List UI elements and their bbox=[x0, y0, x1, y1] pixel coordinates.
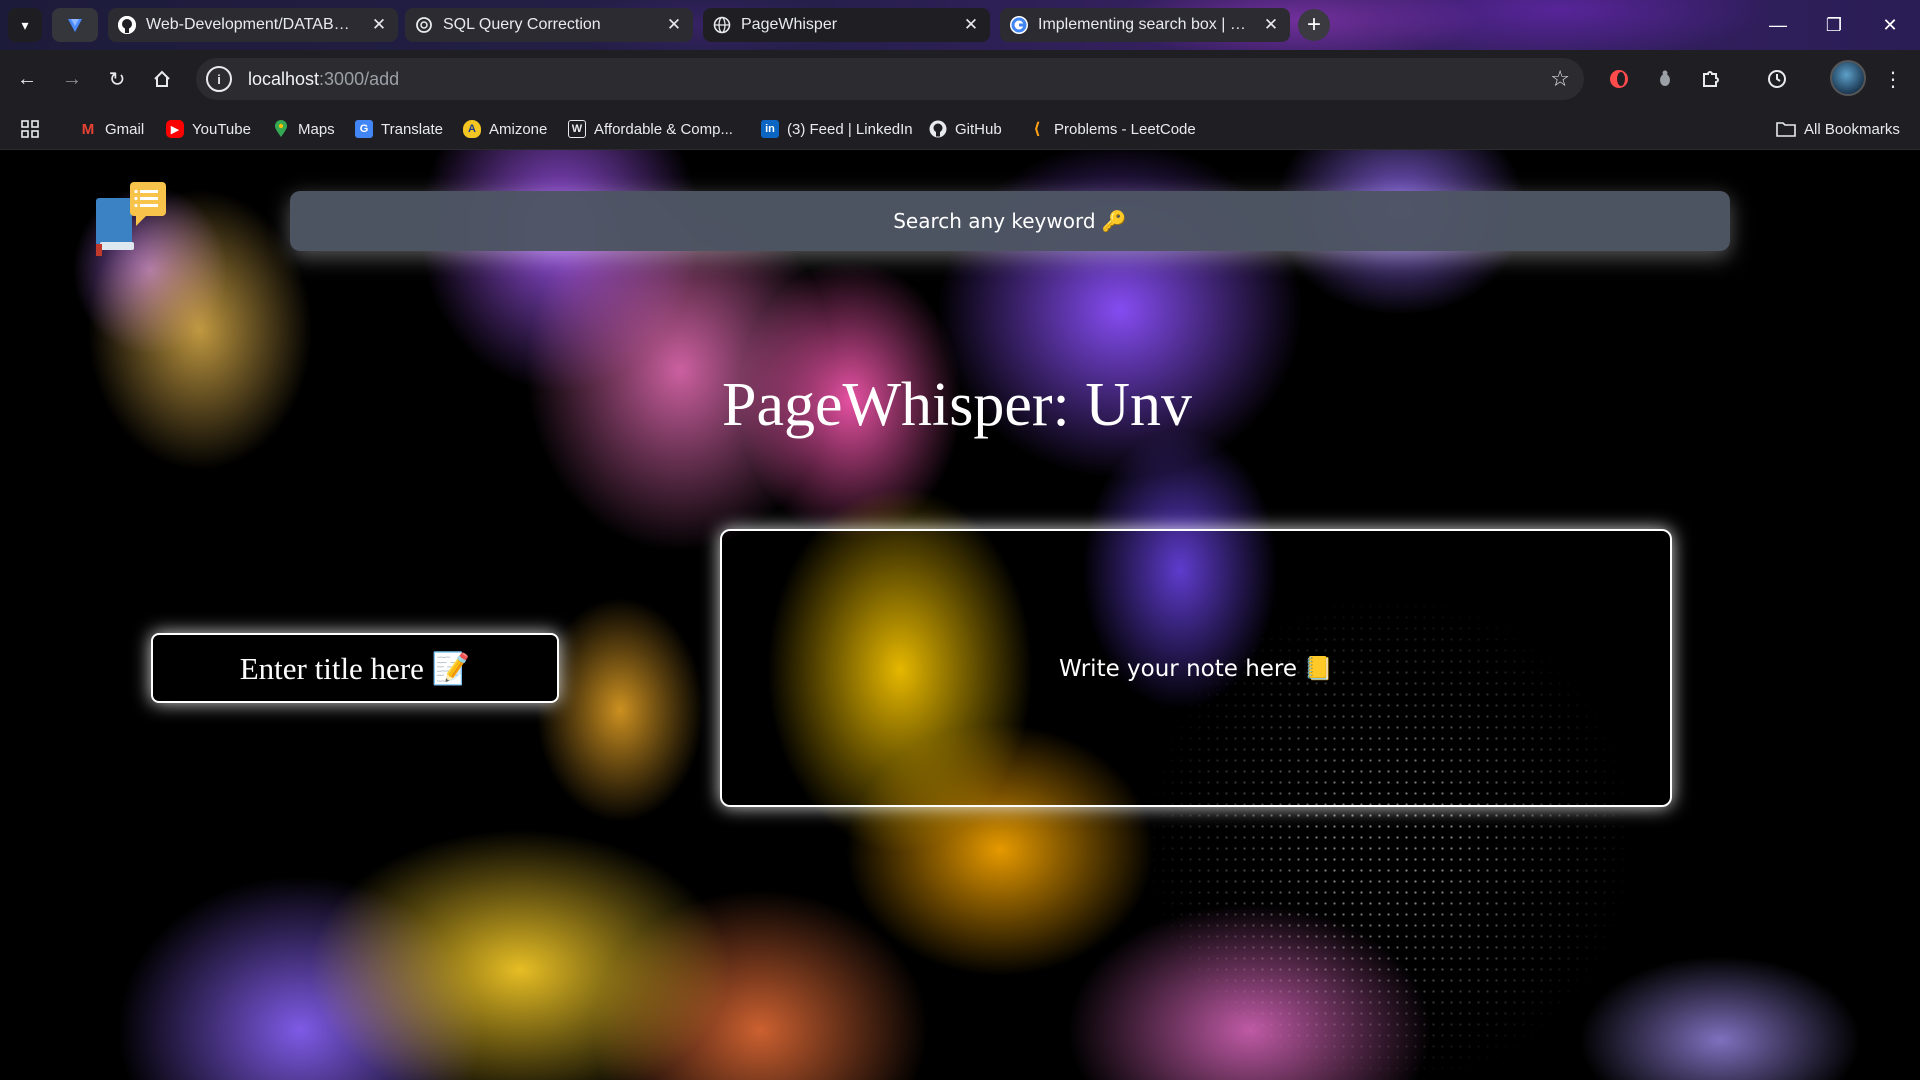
tab-title: PageWhisper bbox=[741, 16, 838, 33]
amizone-icon: A bbox=[463, 120, 481, 138]
close-icon[interactable]: ✕ bbox=[962, 15, 980, 35]
title-placeholder: Enter title here 📝 bbox=[239, 650, 471, 686]
bookmark-leetcode[interactable]: ⟨ Problems - LeetCode bbox=[1028, 118, 1196, 140]
bookmark-label: GitHub bbox=[955, 120, 1002, 138]
bookmark-gmail[interactable]: M Gmail bbox=[79, 118, 144, 140]
github-icon bbox=[929, 120, 947, 138]
browser-window: ▾ Web-Development/DATABASE/ ✕ SQL Query … bbox=[0, 0, 1920, 1080]
bookmark-label: Gmail bbox=[105, 120, 145, 138]
search-placeholder: Search any keyword 🔑 bbox=[893, 209, 1127, 233]
opera-icon bbox=[1610, 70, 1628, 88]
bookmark-label: Problems - LeetCode bbox=[1054, 120, 1196, 138]
minimize-button[interactable]: — bbox=[1750, 0, 1806, 50]
more-vertical-icon: ⋮ bbox=[1883, 68, 1903, 91]
tab-github[interactable]: Web-Development/DATABASE/ ✕ bbox=[108, 8, 398, 42]
bookmark-label: Maps bbox=[298, 120, 335, 138]
apps-grid-icon bbox=[21, 120, 39, 138]
youtube-icon: ▶ bbox=[166, 120, 184, 138]
extension-bug[interactable] bbox=[1648, 62, 1682, 96]
bookmarks-bar: M Gmail ▶ YouTube Maps G Translate A Ami… bbox=[0, 108, 1920, 150]
plus-icon: + bbox=[1306, 11, 1321, 38]
close-icon[interactable]: ✕ bbox=[1262, 15, 1280, 35]
tab-title: SQL Query Correction bbox=[443, 16, 601, 33]
gmail-icon: M bbox=[81, 120, 95, 138]
bookmark-label: Translate bbox=[381, 120, 443, 138]
bookmark-affordable[interactable]: W Affordable & Comp... bbox=[568, 118, 733, 140]
chevron-down-icon: ▾ bbox=[21, 16, 29, 33]
bookmark-label: Amizone bbox=[489, 120, 548, 138]
translate-icon: G bbox=[355, 120, 373, 138]
pinned-tab-icon bbox=[68, 19, 82, 32]
profile-avatar[interactable] bbox=[1830, 60, 1866, 96]
bookmark-label: YouTube bbox=[192, 120, 251, 138]
restore-icon: ❐ bbox=[1825, 14, 1843, 35]
tab-sql-query[interactable]: SQL Query Correction ✕ bbox=[405, 8, 693, 42]
back-button[interactable]: ← bbox=[10, 62, 44, 96]
address-bar[interactable]: i localhost:3000/add ☆ bbox=[196, 58, 1584, 100]
close-icon[interactable]: ✕ bbox=[370, 15, 388, 35]
bookmark-translate[interactable]: G Translate bbox=[355, 118, 443, 140]
tab-title: Implementing search box | Pro bbox=[1038, 16, 1252, 33]
page-title: PageWhisper: Unv bbox=[722, 371, 1193, 439]
site-info-icon[interactable]: i bbox=[206, 66, 232, 92]
tab-pagewhisper[interactable]: PageWhisper ✕ bbox=[703, 8, 990, 42]
linkedin-icon: in bbox=[761, 120, 779, 138]
note-placeholder: Write your note here 📒 bbox=[1059, 655, 1333, 682]
all-bookmarks-label: All Bookmarks bbox=[1804, 120, 1900, 138]
arrow-left-icon: ← bbox=[17, 67, 37, 90]
arrow-right-icon: → bbox=[62, 67, 82, 90]
tab-search-button[interactable]: ▾ bbox=[8, 8, 42, 42]
globe-icon bbox=[713, 16, 731, 34]
history-button[interactable] bbox=[1760, 62, 1794, 96]
openai-icon bbox=[415, 16, 433, 34]
maps-icon bbox=[272, 120, 290, 138]
github-icon bbox=[118, 16, 136, 34]
affordable-icon: W bbox=[568, 120, 586, 138]
browser-toolbar: ← → ↻ i localhost:3000/add ☆ ⋮ bbox=[0, 50, 1920, 108]
bookmark-label: Affordable & Comp... bbox=[594, 120, 733, 138]
notes-logo-icon bbox=[96, 182, 166, 256]
extensions-button[interactable] bbox=[1694, 62, 1728, 96]
bookmark-github[interactable]: GitHub bbox=[929, 118, 1002, 140]
puzzle-icon bbox=[1703, 71, 1719, 87]
minimize-icon: — bbox=[1769, 14, 1787, 35]
google-icon bbox=[1010, 16, 1028, 34]
history-icon bbox=[1768, 70, 1786, 88]
bookmark-label: (3) Feed | LinkedIn bbox=[787, 120, 913, 138]
leetcode-icon: ⟨ bbox=[1033, 121, 1041, 138]
close-window-button[interactable]: ✕ bbox=[1862, 0, 1918, 50]
url-text: localhost:3000/add bbox=[248, 69, 399, 90]
home-button[interactable] bbox=[145, 62, 179, 96]
note-textarea[interactable]: Write your note here 📒 bbox=[720, 529, 1672, 807]
reload-button[interactable]: ↻ bbox=[100, 62, 134, 96]
new-tab-button[interactable]: + bbox=[1298, 9, 1330, 41]
bug-icon bbox=[1660, 70, 1670, 86]
bookmark-amizone[interactable]: A Amizone bbox=[463, 118, 547, 140]
restore-button[interactable]: ❐ bbox=[1806, 0, 1862, 50]
tab-strip: ▾ Web-Development/DATABASE/ ✕ SQL Query … bbox=[0, 0, 1920, 50]
browser-menu-button[interactable]: ⋮ bbox=[1876, 62, 1910, 96]
title-input[interactable]: Enter title here 📝 bbox=[151, 633, 559, 703]
url-path: :3000/add bbox=[319, 68, 400, 89]
all-bookmarks-button[interactable]: All Bookmarks bbox=[1776, 118, 1900, 140]
bookmark-maps[interactable]: Maps bbox=[272, 118, 335, 140]
url-host: localhost bbox=[248, 68, 320, 89]
close-icon[interactable]: ✕ bbox=[665, 15, 683, 35]
home-icon bbox=[154, 70, 170, 87]
search-input[interactable]: Search any keyword 🔑 bbox=[290, 191, 1730, 251]
tab-implementing-search[interactable]: Implementing search box | Pro ✕ bbox=[1000, 8, 1290, 42]
extension-opera[interactable] bbox=[1602, 62, 1636, 96]
bookmark-star-icon[interactable]: ☆ bbox=[1550, 66, 1570, 92]
close-icon: ✕ bbox=[1882, 14, 1898, 35]
apps-button[interactable] bbox=[20, 118, 40, 140]
reload-icon: ↻ bbox=[108, 68, 126, 91]
tab-title: Web-Development/DATABASE/ bbox=[146, 16, 360, 33]
forward-button[interactable]: → bbox=[55, 62, 89, 96]
bookmark-linkedin[interactable]: in (3) Feed | LinkedIn bbox=[761, 118, 913, 140]
bookmark-youtube[interactable]: ▶ YouTube bbox=[166, 118, 251, 140]
pinned-tab[interactable] bbox=[52, 8, 98, 42]
folder-icon bbox=[1776, 122, 1796, 137]
